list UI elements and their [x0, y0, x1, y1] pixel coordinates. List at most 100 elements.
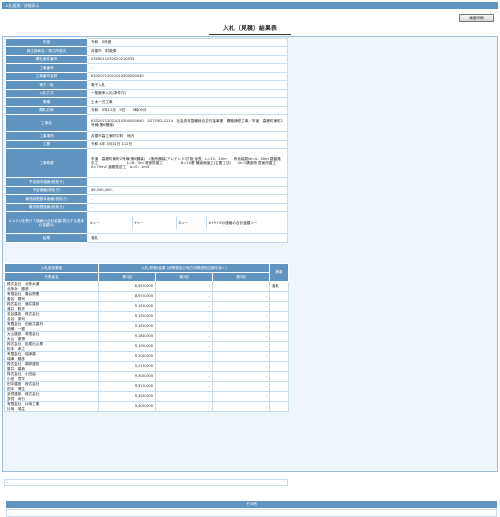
- round-3-amount: -: [212, 331, 270, 342]
- header-representative: 代表者名: [4, 272, 99, 282]
- result-panel: 年度 令和 3年度 発注部局名／発注所属名 弁蘭市 財政課 開札案件番号 030901…: [2, 36, 498, 517]
- table-row: 株式会社 松尾出山業 松本 孝之 9,190,000- -: [4, 341, 289, 352]
- value-result: 落札: [87, 233, 288, 244]
- round-2-amount: -: [155, 341, 213, 352]
- other-section-value: -: [6, 509, 497, 517]
- round-1-amount: 9,300,000: [98, 371, 156, 382]
- label-location: 工事場所: [5, 131, 88, 141]
- bid-note: [269, 371, 289, 382]
- label-bid-number: 開札案件番号: [5, 54, 88, 64]
- label-method: 入札方式: [5, 88, 88, 98]
- value-open-date: 令和 3年12月 9日 9時00分: [87, 105, 288, 115]
- print-screen-button[interactable]: 画面印刷: [459, 14, 494, 22]
- value-electronic: 電子入札: [87, 80, 288, 90]
- label-result: 結果: [5, 233, 88, 244]
- round-1-amount: 9,150,000: [98, 301, 156, 312]
- round-3-amount: -: [212, 311, 270, 322]
- other-section-header: その他: [6, 501, 497, 508]
- bidder-name: 多賀建設 株式会社 多賀 尚行: [4, 391, 99, 402]
- bidder-name: 株式会社 松尾出山業 松本 孝之: [4, 341, 99, 352]
- value-work-number: -: [87, 63, 288, 73]
- value-planned-price-after: -: [87, 177, 288, 187]
- round-2-amount: -: [155, 311, 213, 322]
- round-1-amount: 8,970,000: [98, 291, 156, 302]
- label-planned-price-after: 予定価本価格(税抜き): [5, 177, 88, 187]
- round-1-amount: 8,950,000: [98, 281, 156, 292]
- round-1-amount: 9,150,000: [98, 321, 156, 332]
- bidder-name: 大山建設 有限会社 大山 優博: [4, 331, 99, 342]
- bidder-name: 有限会社 瑞津建 瑞津 勝彦: [4, 351, 99, 362]
- round-2-amount: -: [155, 281, 213, 292]
- table-row: 名谷建設 株式会社 名谷 慶司 9,150,000- -: [4, 311, 289, 322]
- value-min-limit: -: [87, 202, 288, 212]
- header-amount: 入札(見積)結果 (消費税及び地方消費税相当額を除く): [98, 263, 270, 273]
- round-2-amount: -: [155, 401, 213, 412]
- value-overview: 市道 高峰町東町2号線(第8舗装) 1箇所舗装(アレテンド)打施 延長 L=15…: [87, 148, 288, 178]
- label-period: 工期: [5, 139, 88, 149]
- round-2-amount: -: [155, 331, 213, 342]
- value-bid-number: 0309011032020210055: [87, 54, 288, 64]
- round-3-amount: -: [212, 281, 270, 292]
- round-1-amount: 9,400,000: [98, 401, 156, 412]
- header-round-3: 第3回: [212, 272, 270, 282]
- bid-info-table: 年度 令和 3年度 発注部局名／発注所属名 弁蘭市 財政課 開札案件番号 030901…: [5, 37, 288, 244]
- round-2-amount: -: [155, 391, 213, 402]
- label-category: 業種: [5, 97, 88, 107]
- table-row: 有限会社 片岡工業 片岡 瑞生 9,400,000- -: [4, 401, 289, 412]
- coefficient-x: X＝－: [88, 216, 133, 230]
- bid-note: [269, 401, 289, 412]
- header-round-2: 第2回: [155, 272, 213, 282]
- bid-note: [269, 391, 289, 402]
- round-2-amount: -: [155, 351, 213, 362]
- bid-note: 落札: [269, 281, 289, 292]
- round-3-amount: -: [212, 301, 270, 312]
- bid-note: [269, 341, 289, 352]
- round-2-amount: -: [155, 301, 213, 312]
- round-2-amount: -: [155, 371, 213, 382]
- value-work-number-name: K3320712021010300000040: [87, 71, 288, 81]
- bid-results-table: 入札参加業者 入札(見積)結果 (消費税及び地方消費税相当額を除く) 摘要 代表…: [4, 263, 289, 412]
- round-3-amount: -: [212, 351, 270, 362]
- table-row: 株式会社 小田組 小田 寛平 9,300,000- -: [4, 371, 289, 382]
- round-3-amount: -: [212, 341, 270, 352]
- bid-note: [269, 331, 289, 342]
- table-row: 有限会社 田面兀建材 畑瀬 一樹 9,150,000- -: [4, 321, 289, 332]
- coefficient-total: X+Y+Zの価格の合計金額＝－: [206, 216, 287, 230]
- bid-note: [269, 351, 289, 362]
- round-3-amount: -: [212, 371, 270, 382]
- round-3-amount: -: [212, 391, 270, 402]
- label-open-date: 開札日時: [5, 105, 88, 115]
- label-work-number: 工事番号: [5, 63, 88, 73]
- table-row: 大山建設 有限会社 大山 優博 9,180,000- -: [4, 331, 289, 342]
- table-row: 株式会社 渡井建設 渡井 聡史 9,150,000- -: [4, 301, 289, 312]
- bid-note: [269, 301, 289, 312]
- label-coefficients: A.V.Z.Uを受けて価格の合計金額(算出する基本の金額示): [5, 210, 88, 235]
- bidder-name: 有限会社 片岡工業 片岡 瑞生: [4, 401, 99, 412]
- bidder-name: 株式会社 小田組 小田 寛平: [4, 371, 99, 382]
- round-1-amount: 9,210,000: [98, 361, 156, 372]
- round-2-amount: -: [155, 361, 213, 372]
- round-1-amount: 9,190,000: [98, 341, 156, 352]
- bid-note: [269, 311, 289, 322]
- round-3-amount: -: [212, 291, 270, 302]
- table-row: 多賀建設 株式会社 多賀 尚行 9,350,000- -: [4, 391, 289, 402]
- value-orderer: 弁蘭市 財政課: [87, 46, 288, 56]
- bidder-name: 名谷建設 株式会社 名谷 慶司: [4, 311, 99, 322]
- bidder-name: 有限会社 田面兀建材 畑瀬 一樹: [4, 321, 99, 332]
- window-title: 入札経過／詳細表示: [5, 2, 40, 8]
- label-overview: 工事概要: [5, 148, 88, 178]
- round-3-amount: -: [212, 401, 270, 412]
- label-work-name: 工事名: [5, 114, 88, 132]
- round-3-amount: -: [212, 361, 270, 372]
- bidder-name: 有限会社 春谷興業 春谷 陽司: [4, 291, 99, 302]
- round-3-amount: -: [212, 381, 270, 392]
- bid-note: [269, 321, 289, 332]
- table-row: 有限会社 瑞津建 瑞津 勝彦 9,200,000- -: [4, 351, 289, 362]
- label-planned-price: 予定価格(税抜き): [5, 185, 88, 195]
- value-location: 弁蘭市高江東町中町 地内: [87, 131, 288, 141]
- header-round-1: 第1回: [98, 272, 156, 282]
- value-work-name: K3320712021010300000040 2GT-R02-1214 社会資…: [87, 114, 288, 132]
- round-2-amount: -: [155, 381, 213, 392]
- table-row: 株式会社 薬師建設 藤井 善典 9,210,000- -: [4, 361, 289, 372]
- bid-note: [269, 361, 289, 372]
